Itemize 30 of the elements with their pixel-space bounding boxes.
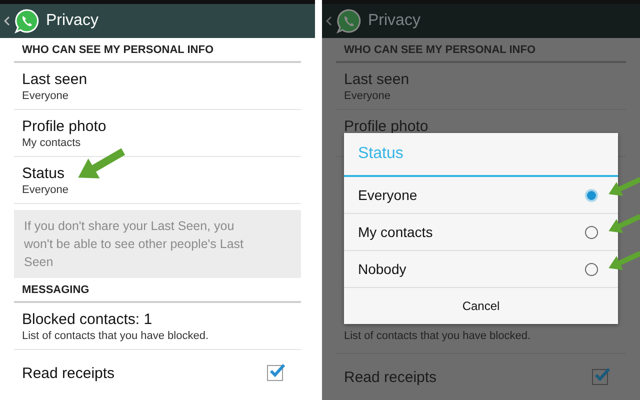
back-icon[interactable] — [326, 16, 332, 26]
setting-value: List of contacts that you have blocked. — [344, 329, 532, 343]
setting-title[interactable]: Profile photo — [22, 117, 293, 136]
setting-value: List of contacts that you have blocked. — [22, 329, 210, 343]
section-header: MESSAGING — [14, 278, 301, 303]
setting-title[interactable]: Blocked contacts: 1 — [22, 310, 293, 329]
dialog-title: Status — [344, 133, 618, 177]
phone-bubble-icon — [14, 8, 40, 34]
checkbox[interactable] — [592, 369, 608, 385]
screen-title: Privacy — [368, 12, 420, 30]
section-header: WHO CAN SEE MY PERSONAL INFO — [336, 38, 626, 63]
setting-title[interactable]: Status — [22, 164, 293, 183]
phone-bubble-icon — [336, 8, 362, 34]
setting-value: Everyone — [22, 183, 70, 197]
info-note: If you don't share your Last Seen, you won't be able to see other people's Last Seen — [14, 210, 301, 278]
radio-button[interactable] — [585, 226, 598, 238]
setting-value: Everyone — [22, 89, 70, 103]
cancel-button[interactable]: Cancel — [344, 288, 618, 324]
option-label[interactable]: Nobody — [358, 261, 406, 277]
setting-value: My contacts — [22, 136, 82, 150]
setting-title[interactable]: Last seen — [22, 70, 293, 89]
option-label[interactable]: My contacts — [358, 224, 433, 240]
back-icon[interactable] — [4, 16, 10, 26]
screen-title: Privacy — [46, 12, 98, 30]
setting-title[interactable]: Read receipts — [22, 364, 115, 382]
setting-value: Everyone — [344, 89, 392, 103]
section-header: WHO CAN SEE MY PERSONAL INFO — [14, 38, 301, 63]
radio-button[interactable] — [585, 262, 598, 276]
checkbox[interactable] — [267, 365, 283, 381]
option-label[interactable]: Everyone — [358, 187, 418, 203]
